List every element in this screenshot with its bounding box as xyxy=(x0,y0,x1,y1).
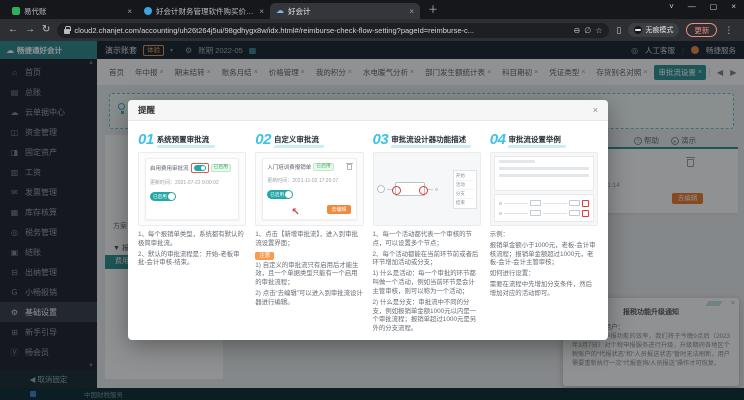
step-illustration: 开始 活动 分支 结束 xyxy=(373,152,481,226)
modal-body: 01 系统预置审批流 启用费用审批流 已启用 更新时间：2021-07-22 9… xyxy=(128,121,608,340)
red-annotation-box xyxy=(582,210,589,217)
eye-off-icon[interactable]: ∅ xyxy=(584,26,591,35)
mini-updated-time: 更新时间：2021-11-02 17:25:27 xyxy=(267,177,351,184)
step-title: 系统预置审批流 xyxy=(157,134,210,147)
start-node xyxy=(377,185,385,193)
branch-flow-mini xyxy=(494,194,594,222)
browser-tab-title: 易代账 xyxy=(24,6,123,17)
step-illustration: 启用费用审批流 已启用 更新时间：2021-07-22 9:00:02 已启用 xyxy=(138,152,246,226)
browser-menu-icon[interactable]: ⋮ xyxy=(724,25,733,36)
forward-icon[interactable]: → xyxy=(25,25,35,35)
incognito-label: 无痕模式 xyxy=(645,25,673,35)
step-text-line: 1) 什么是活动：每一个审批的环节都叫做一个活动，例如当前环节是会计主管审核，则… xyxy=(373,270,481,296)
favicon-yidaizhang xyxy=(12,7,20,15)
step-2: 02 自定义审批流 入门培训费报销单 已启用 更新时间：2021-11-02 1… xyxy=(255,129,363,336)
incognito-icon xyxy=(634,26,642,34)
step-illustration xyxy=(490,152,598,226)
toggle-icon xyxy=(194,165,206,171)
step-illustration: 入门培训费报销单 已启用 更新时间：2021-11-02 17:25:27 已启… xyxy=(255,152,363,226)
browser-tab-2[interactable]: 好会计财务管理软件购买价格页... × xyxy=(138,3,270,19)
close-tab-icon[interactable]: × xyxy=(259,7,264,16)
step-text-line: 2、每个活动都能在当前环节前或者后环节增加活动或分支； xyxy=(373,251,481,269)
update-label: 更新 xyxy=(694,25,709,36)
step-number: 02 xyxy=(255,133,271,147)
step-text-line: 1) 自定义的审批流只有启用后才能生效，且一个单据类型只能有一个启用的审批流程； xyxy=(255,262,363,288)
close-tab-icon[interactable]: × xyxy=(409,7,414,16)
step-text-line: 2、默认的审批流程是：开始-老板审批-会计审核-结束。 xyxy=(138,251,246,269)
step-text-line: 报销单金额小于1000元，老板-会计审核流程；报销单金额超过1000元，老板-会… xyxy=(490,242,598,268)
browser-tab-1[interactable]: 易代账 × xyxy=(6,3,138,19)
enabled-toggle: 已启用 xyxy=(150,192,176,201)
step-text-line: 2) 点击“去编辑”可以进入到审批流设计器进行编辑。 xyxy=(255,290,363,308)
step-number: 01 xyxy=(138,133,154,147)
step-text-line: 1、每个报销单类型，系统都有默认的极简审批流。 xyxy=(138,231,246,249)
step-text-line: 需要在流程中先增加分支条件，然后增加对应的活动即可。 xyxy=(490,281,598,299)
step-title: 自定义审批流 xyxy=(274,134,319,147)
step-text-line: 1、点击【新增审批流】，进入到审批流设置界面； xyxy=(255,231,363,249)
step-text-line: 1、每一个活动都代表一个审核的节点，可以设置多个节点； xyxy=(373,231,481,249)
activity-node-with-red-rings xyxy=(395,182,425,196)
mini-updated-time: 更新时间：2021-07-22 9:00:02 xyxy=(150,179,234,186)
red-arrow-annotation: ↖ xyxy=(291,207,299,218)
zoom-out-icon[interactable]: ⊖ xyxy=(574,26,581,35)
url-text[interactable]: cloud2.chanjet.com/accounting/uh26t264j5… xyxy=(74,26,569,35)
red-annotation-box xyxy=(582,200,589,207)
step-4: 04 审批流设置举例 xyxy=(490,129,598,336)
address-bar[interactable]: cloud2.chanjet.com/accounting/uh26t264j5… xyxy=(57,23,609,38)
chrome-update-button[interactable]: 更新 xyxy=(686,23,717,37)
browser-tab-3-active[interactable]: ☁ 好会计 × xyxy=(270,3,420,19)
browser-tab-title: 好会计 xyxy=(288,6,405,17)
step-title: 审批流设置举例 xyxy=(508,134,561,147)
minimize-button[interactable]: — xyxy=(688,2,696,11)
incognito-badge: 无痕模式 xyxy=(628,23,679,37)
mini-edit-button: 去编辑 xyxy=(327,205,350,214)
browser-tab-title: 好会计财务管理软件购买价格页... xyxy=(156,6,255,17)
step-number: 04 xyxy=(490,133,506,147)
lock-icon xyxy=(64,29,70,34)
mini-flow-label: 启用费用审批流 xyxy=(150,164,189,172)
reload-icon[interactable]: ↻ xyxy=(42,25,50,35)
browser-tabstrip: 易代账 × 好会计财务管理软件购买价格页... × ☁ 好会计 × ＋ ˅ — … xyxy=(0,0,744,19)
step-text-line: 示例： xyxy=(490,231,598,240)
status-badge: 已启用 xyxy=(211,164,231,172)
browser-toolbar: ← → ↻ cloud2.chanjet.com/accounting/uh26… xyxy=(0,19,744,41)
mini-flow-label: 入门培训费报销单 xyxy=(267,163,311,171)
notice-tag: 注意 xyxy=(255,252,274,260)
flow-designer-mini: 开始 活动 分支 结束 xyxy=(374,153,480,225)
bookmark-star-icon[interactable]: ☆ xyxy=(595,26,602,35)
step-text-line: 如何进行设置： xyxy=(490,270,598,279)
close-window-button[interactable]: × xyxy=(731,2,736,11)
step-number: 03 xyxy=(373,133,389,147)
enabled-toggle: 已启用 xyxy=(267,190,293,199)
new-tab-button[interactable]: ＋ xyxy=(428,1,438,16)
cloud-favicon: ☁ xyxy=(276,7,284,15)
step-text-line: 2) 什么是分支：审批流中不同的分支，例如报销单金额1000元以内是一个审批流程… xyxy=(373,299,481,334)
close-modal-icon[interactable]: × xyxy=(593,105,598,115)
back-icon[interactable]: ← xyxy=(8,25,18,35)
window-controls: ˅ — ▢ × xyxy=(669,2,736,11)
browser-window: 易代账 × 好会计财务管理软件购买价格页... × ☁ 好会计 × ＋ ˅ — … xyxy=(0,0,744,400)
favicon-haokuaiji-site xyxy=(144,7,152,15)
reminder-modal: 提醒 × 01 系统预置审批流 启用费用审批流 已启用 更新 xyxy=(128,100,608,340)
condition-form-mini xyxy=(494,156,594,191)
step-1: 01 系统预置审批流 启用费用审批流 已启用 更新时间：2021-07-22 9… xyxy=(138,129,246,336)
side-panel-icon[interactable]: ▯ xyxy=(616,25,621,36)
status-badge: 已启用 xyxy=(313,163,333,171)
restore-button[interactable]: ▢ xyxy=(710,2,718,11)
red-annotation-box xyxy=(191,163,209,173)
step-3: 03 审批流设计器功能描述 开始 活动 分支 结束 xyxy=(373,129,481,336)
close-tab-icon[interactable]: × xyxy=(127,7,132,16)
modal-title: 提醒 xyxy=(138,104,155,116)
modal-header: 提醒 × xyxy=(128,100,608,121)
tab-search-icon[interactable]: ˅ xyxy=(669,2,674,11)
node-menu-panel: 开始 活动 分支 结束 xyxy=(453,170,477,209)
trash-icon xyxy=(347,164,352,170)
end-node xyxy=(435,188,438,191)
step-title: 审批流设计器功能描述 xyxy=(391,134,466,147)
